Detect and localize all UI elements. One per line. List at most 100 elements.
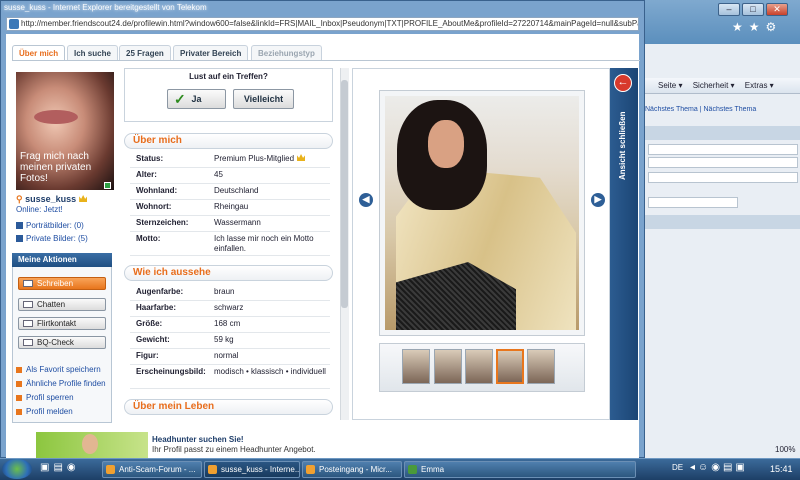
crown-icon: [79, 195, 88, 202]
menu-security[interactable]: Sicherheit ▾: [693, 81, 735, 90]
tab-privater-bereich[interactable]: Privater Bereich: [173, 45, 249, 60]
taskbar-item-emma[interactable]: Emma: [404, 461, 636, 478]
favorites-star-icon[interactable]: ★★⚙: [732, 20, 792, 34]
tab-divider: [12, 60, 640, 61]
maybe-button[interactable]: Vielleicht: [233, 89, 294, 109]
block-profile-link[interactable]: Profil sperren: [16, 393, 74, 403]
ie-command-bar: Seite ▾ Sicherheit ▾ Extras ▾: [640, 78, 800, 94]
taskbar-item-inbox[interactable]: Posteingang - Micr...: [302, 461, 402, 478]
bq-check-button[interactable]: BQ-Check: [18, 336, 106, 349]
lock-icon: [16, 235, 23, 242]
table-row: Haarfarbe: schwarz: [130, 301, 330, 317]
envelope-icon: [23, 280, 33, 287]
close-view-label[interactable]: Ansicht schließen: [614, 96, 632, 196]
chat-icon: [23, 301, 33, 308]
taskbar-item-profile[interactable]: susse_kuss - Interne...: [204, 461, 300, 478]
language-indicator[interactable]: DE: [672, 463, 683, 472]
online-indicator: [104, 182, 111, 189]
similar-profiles-link[interactable]: Ähnliche Profile finden: [16, 379, 106, 389]
crown-icon: [297, 154, 306, 161]
menu-extras[interactable]: Extras ▾: [745, 81, 774, 90]
tab-ueber-mich[interactable]: Über mich: [12, 45, 66, 61]
photo-caption: Frag mich nach meinen privaten Fotos!: [20, 151, 92, 184]
photo-face: [428, 120, 464, 168]
picture-icon: [16, 222, 23, 229]
photo-thumbnail[interactable]: [434, 349, 462, 384]
mail-icon: [306, 465, 315, 474]
username[interactable]: ⚲ susse_kuss: [16, 194, 88, 204]
clock[interactable]: 15:41: [770, 459, 800, 479]
popup-title: susse_kuss - Internet Explorer bereitges…: [4, 3, 207, 12]
table-row: Status: Premium Plus-Mitglied: [130, 152, 330, 168]
table-row: Motto: Ich lasse mir noch ein Motto einfa…: [130, 232, 330, 256]
menu-page[interactable]: Seite ▾: [658, 81, 682, 90]
table-row: Augenfarbe: braun: [130, 285, 330, 301]
next-photo-arrow-icon[interactable]: ▶: [591, 193, 605, 207]
ad-text: Ihr Profil passt zu einem Headhunter Ang…: [152, 445, 316, 454]
scrollbar-thumb[interactable]: [341, 80, 348, 308]
minimize-button[interactable]: –: [718, 3, 740, 16]
photo-thumbnail-selected[interactable]: [496, 349, 524, 384]
chat-button[interactable]: Chatten: [18, 298, 106, 311]
lips-image: [34, 110, 78, 124]
person-icon: ⚲: [16, 194, 26, 204]
arrow-icon: [16, 409, 22, 415]
forum-field[interactable]: [648, 144, 798, 155]
flirt-icon: [23, 320, 33, 327]
forum-select[interactable]: [648, 197, 738, 208]
forum-field[interactable]: [648, 157, 798, 168]
background-browser-titlebar: – □ ✕ ★★⚙: [640, 0, 800, 44]
close-window-button[interactable]: ✕: [766, 3, 788, 16]
online-status: Online: Jetzt!: [16, 205, 63, 214]
tab-25-fragen[interactable]: 25 Fragen: [119, 45, 171, 60]
report-profile-link[interactable]: Profil melden: [16, 407, 73, 417]
zoom-level[interactable]: 100%: [775, 445, 797, 455]
checkmark-icon: ✓: [174, 91, 186, 107]
tab-beziehungstyp[interactable]: Beziehungstyp: [251, 45, 322, 60]
tab-ich-suche[interactable]: Ich suche: [67, 45, 118, 60]
table-row: Sternzeichen: Wassermann: [130, 216, 330, 232]
section-looks: Wie ich aussehe: [124, 265, 333, 281]
actions-heading: Meine Aktionen: [12, 253, 112, 267]
browser-icon: [106, 465, 115, 474]
table-row: Größe: 168 cm: [130, 317, 330, 333]
arrow-icon: [16, 381, 22, 387]
forum-field[interactable]: [648, 172, 798, 183]
forum-header-bar: [645, 126, 800, 140]
address-url: http://member.friendscout24.de/profilewi…: [21, 19, 639, 28]
maximize-button[interactable]: □: [742, 3, 764, 16]
yes-button[interactable]: ✓ Ja: [167, 89, 226, 109]
ad-title[interactable]: Headhunter suchen Sie!: [152, 435, 244, 444]
photo-thumbnail[interactable]: [527, 349, 555, 384]
star-icon: [16, 367, 22, 373]
portrait-pics-link[interactable]: Porträtbilder: (0): [16, 221, 84, 231]
quicklaunch-icons[interactable]: ▣▤◉: [40, 462, 98, 477]
ad-person-image: [82, 434, 98, 454]
write-button[interactable]: Schreiben: [18, 277, 106, 290]
forum-header-bar: [645, 215, 800, 229]
arrow-icon: [16, 395, 22, 401]
table-row: Erscheinungsbild: modisch • klassisch • i…: [130, 365, 330, 389]
table-row: Alter: 45: [130, 168, 330, 184]
close-view-icon[interactable]: ←: [614, 74, 632, 92]
page-icon: [9, 19, 19, 29]
table-row: Figur: normal: [130, 349, 330, 365]
table-row: Gewicht: 59 kg: [130, 333, 330, 349]
document-icon: [408, 465, 417, 474]
table-row: Wohnort: Rheingau: [130, 200, 330, 216]
thread-nav-links[interactable]: Nächstes Thema | Nächstes Thema: [645, 106, 800, 116]
photo-thumbnail[interactable]: [402, 349, 430, 384]
background-browser-window: [640, 0, 800, 458]
tray-icons[interactable]: ◂☺◉▤▣: [690, 462, 766, 476]
save-favorite-link[interactable]: Als Favorit speichern: [16, 365, 101, 375]
private-pics-link[interactable]: Private Bilder: (5): [16, 234, 88, 244]
address-bar[interactable]: http://member.friendscout24.de/profilewi…: [6, 17, 639, 31]
photo-thumbnail[interactable]: [465, 349, 493, 384]
flirt-button[interactable]: Flirtkontakt: [18, 317, 106, 330]
browser-icon: [208, 465, 217, 474]
section-about: Über mich: [124, 133, 333, 149]
prev-photo-arrow-icon[interactable]: ◀: [359, 193, 373, 207]
check-icon: [23, 339, 33, 346]
start-button-icon[interactable]: [2, 459, 32, 479]
taskbar-item-forum[interactable]: Anti-Scam-Forum - ...: [102, 461, 202, 478]
